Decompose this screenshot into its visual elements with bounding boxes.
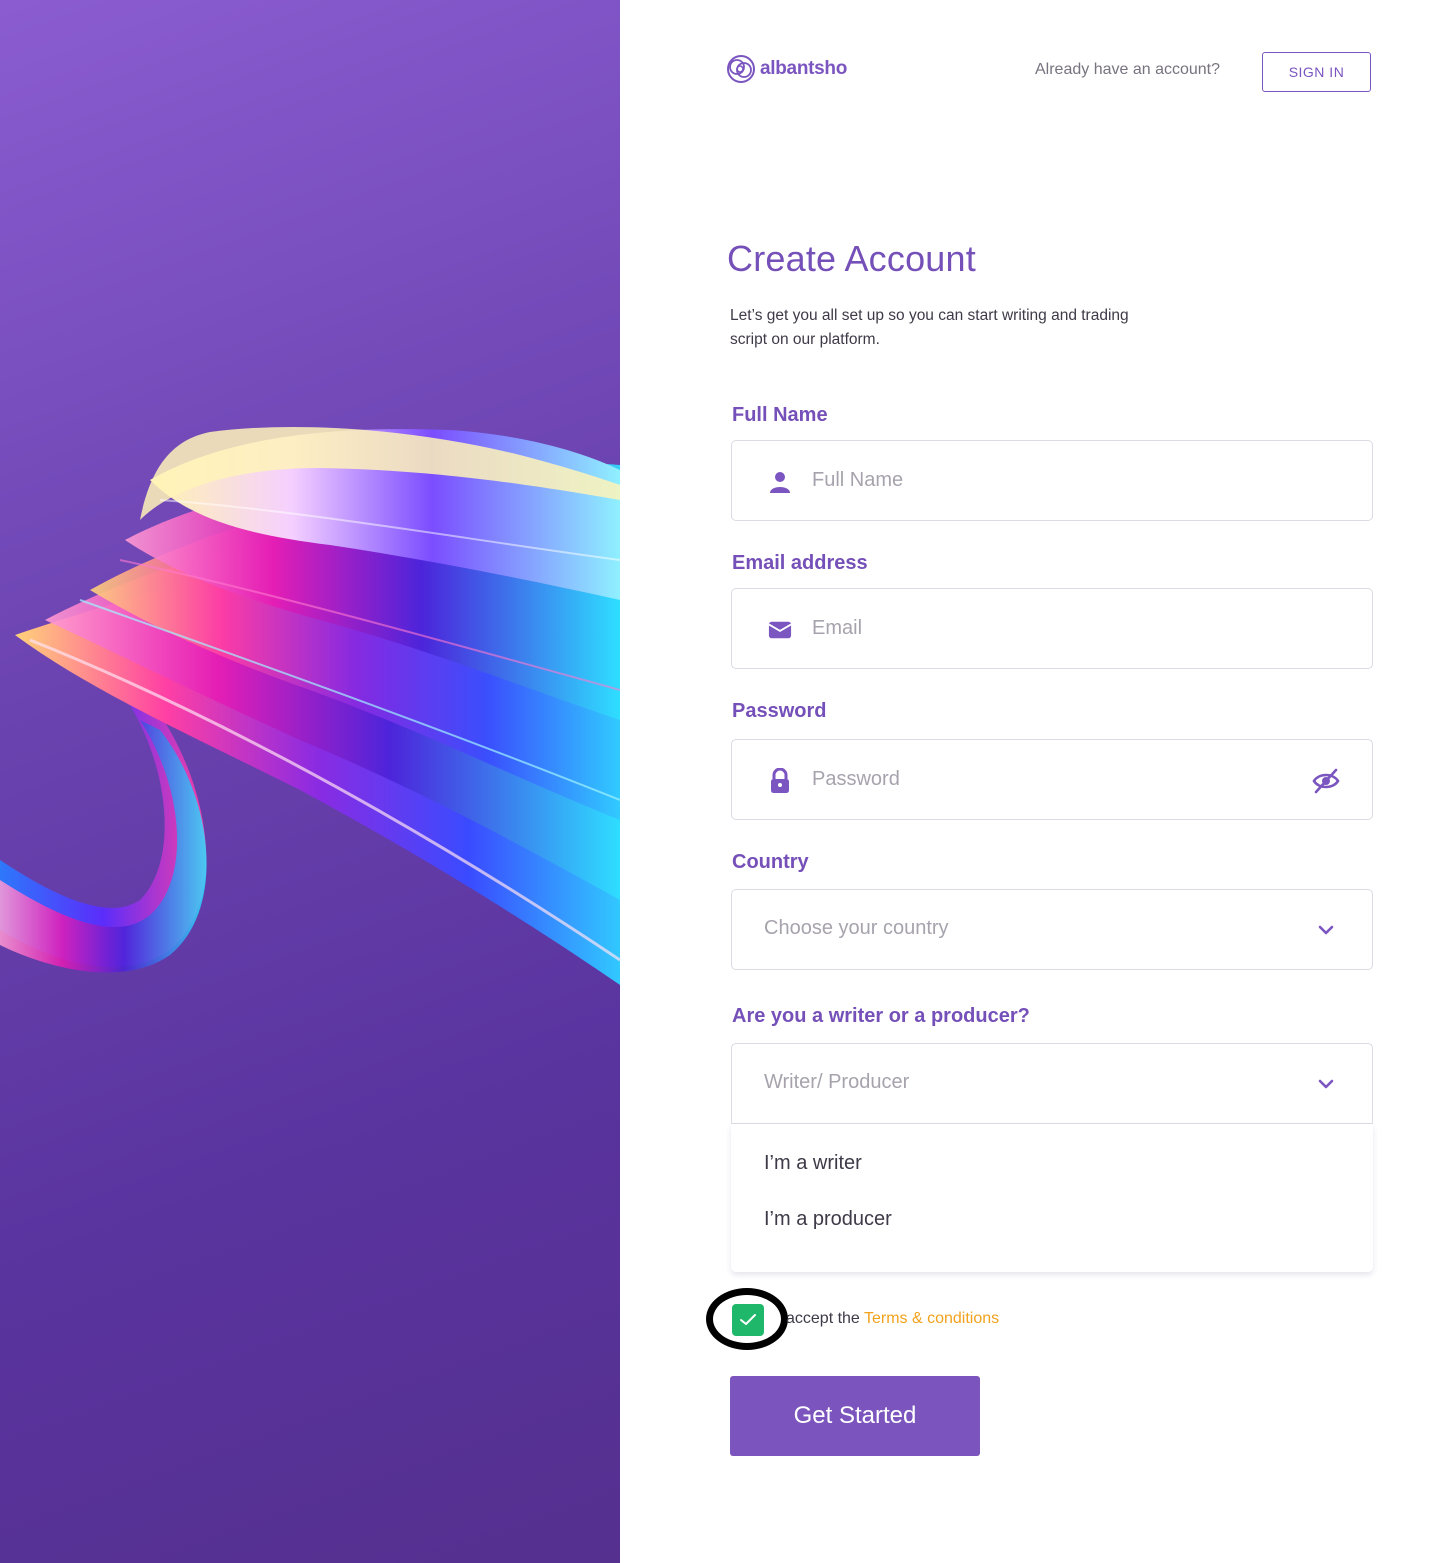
full-name-field[interactable] [731,440,1373,521]
role-select[interactable]: Writer/ Producer [731,1043,1373,1124]
email-field[interactable] [731,588,1373,669]
country-select[interactable]: Choose your country [731,889,1373,970]
chevron-down-icon [1316,1074,1336,1094]
page-title: Create Account [727,238,976,279]
password-input[interactable] [812,740,1292,819]
terms-prefix: accept the [786,1310,860,1327]
country-label: Country [732,851,809,873]
abstract-ribbon-art [0,426,620,985]
signup-panel: albantsho Already have an account? SIGN … [620,0,1440,1563]
role-dropdown-menu: I’m a writer I’m a producer [731,1124,1373,1272]
page-intro: Let’s get you all set up so you can star… [730,307,1129,348]
terms-text: accept the Terms & conditions [786,1310,999,1328]
hero-art-panel [0,0,620,1563]
terms-checkbox[interactable] [732,1304,764,1336]
terms-link[interactable]: Terms & conditions [864,1310,999,1327]
full-name-label: Full Name [732,404,828,426]
signin-prompt: Already have an account? [1035,61,1221,78]
role-option-writer[interactable]: I’m a writer [764,1152,862,1175]
user-icon [768,470,792,494]
get-started-button[interactable]: Get Started [730,1376,980,1456]
chevron-down-icon [1316,920,1336,940]
full-name-input[interactable] [812,441,1292,520]
role-label: Are you a writer or a producer? [732,1005,1030,1027]
brand-name: albantsho [760,58,848,79]
lock-icon [768,768,792,793]
checkmark-icon [740,1314,756,1325]
eye-off-icon[interactable] [1312,768,1340,794]
password-field[interactable] [731,739,1373,820]
country-selected-value: Choose your country [764,917,949,939]
brand-logo[interactable]: albantsho [726,54,847,84]
envelope-icon [768,618,792,642]
role-option-producer[interactable]: I’m a producer [764,1208,892,1231]
spiral-logo-icon [727,55,755,83]
email-input[interactable] [812,589,1292,668]
password-label: Password [732,700,827,722]
role-selected-value: Writer/ Producer [764,1071,910,1093]
email-label: Email address [732,552,868,574]
sign-in-button[interactable]: SIGN IN [1262,52,1371,92]
